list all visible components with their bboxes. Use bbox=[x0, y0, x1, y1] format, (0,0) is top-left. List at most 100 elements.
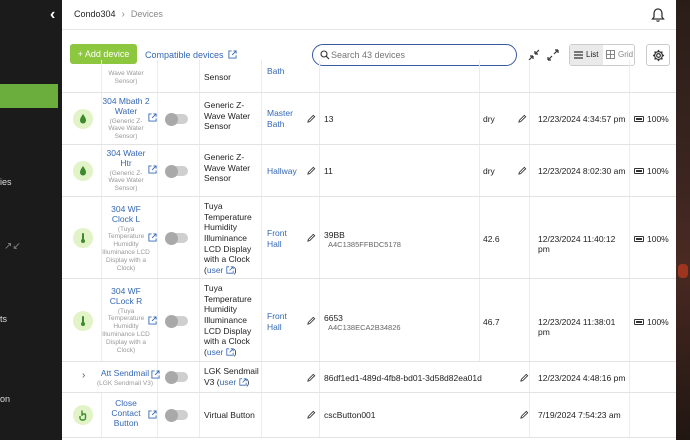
last-activity: 12/23/2024 11:38:01 pm bbox=[538, 317, 616, 337]
table-row[interactable]: › Att Sendmail (LGK Sendmail V3) LGK Send… bbox=[62, 362, 676, 393]
device-state: 11 bbox=[324, 166, 333, 176]
external-link-icon[interactable] bbox=[226, 266, 234, 274]
pencil-icon[interactable] bbox=[307, 373, 316, 382]
expand-icon[interactable]: ↗↙ bbox=[4, 241, 21, 252]
device-value: 46.7 bbox=[483, 317, 500, 327]
thermometer-icon bbox=[73, 228, 93, 248]
device-name-link[interactable]: Att Sendmail (LGK Sendmail V3) bbox=[96, 368, 154, 388]
breadcrumb-home[interactable]: Condo304 bbox=[74, 9, 116, 19]
table-row[interactable]: 304 WF CLock R (Tuya Temperature Humidity… bbox=[62, 279, 676, 362]
user-driver-link[interactable]: user bbox=[207, 347, 224, 357]
breadcrumb-current: Devices bbox=[130, 9, 163, 19]
device-name-link[interactable]: 304 WF CLock R (Tuya Temperature Humidity… bbox=[102, 286, 150, 354]
device-driver-label: (Tuya Temperature Humidity Illuminance L… bbox=[102, 225, 150, 272]
last-activity: 12/23/2024 4:34:57 pm bbox=[538, 114, 626, 124]
search-icon bbox=[320, 50, 330, 60]
device-state: 39BB bbox=[324, 230, 345, 240]
bell-icon[interactable] bbox=[650, 7, 666, 23]
device-state: 86df1ed1-489d-4fb8-bd01-3d58d82ea01d bbox=[324, 373, 482, 383]
device-room-link[interactable]: Front Hall bbox=[267, 311, 299, 332]
pencil-icon[interactable] bbox=[307, 114, 316, 123]
device-name-link[interactable]: 304 WF Clock L (Tuya Temperature Humidity… bbox=[102, 204, 150, 272]
top-bar: Condo304 › Devices bbox=[62, 0, 676, 30]
table-row[interactable]: 304 Water Htr (Generic Z-Wave Water Senso… bbox=[62, 145, 676, 197]
device-mac: A4C138ECA2B34826 bbox=[328, 323, 401, 333]
device-state: 13 bbox=[324, 114, 334, 124]
pencil-icon[interactable] bbox=[307, 410, 316, 419]
device-driver-label: (Tuya Temperature Humidity Illuminance L… bbox=[102, 307, 150, 354]
device-room-link[interactable]: Bath bbox=[267, 66, 285, 77]
last-activity: 12/23/2024 11:40:12 pm bbox=[538, 234, 616, 254]
hand-pointer-icon bbox=[73, 405, 93, 425]
device-name-link[interactable]: 304 Mbath 2 Water (Generic Z-Wave Water S… bbox=[102, 96, 150, 141]
external-link-icon[interactable] bbox=[148, 410, 157, 419]
background-edge bbox=[676, 0, 690, 440]
battery-level: 100% bbox=[634, 166, 669, 176]
device-mac: A4C1385FFBDC5178 bbox=[328, 240, 401, 250]
external-link-icon[interactable] bbox=[148, 316, 157, 325]
enable-toggle[interactable] bbox=[165, 112, 188, 126]
sidebar-item-fragment[interactable]: ies bbox=[0, 177, 12, 187]
last-activity: 12/23/2024 4:48:16 pm bbox=[538, 373, 626, 383]
enable-toggle[interactable] bbox=[165, 231, 188, 245]
pencil-icon[interactable] bbox=[307, 233, 316, 242]
thermometer-icon bbox=[73, 311, 93, 331]
device-driver-label: (LGK Sendmail V3) bbox=[97, 379, 153, 387]
enable-toggle[interactable] bbox=[165, 408, 188, 422]
battery-icon bbox=[634, 319, 644, 325]
water-drop-icon bbox=[73, 161, 93, 181]
device-value: dry bbox=[483, 114, 495, 124]
table-row[interactable]: 304 Mbath 2 Water (Generic Z-Wave Water S… bbox=[62, 93, 676, 145]
battery-icon bbox=[634, 236, 644, 242]
list-icon bbox=[574, 51, 583, 59]
pencil-icon[interactable] bbox=[518, 114, 527, 123]
main-panel: Condo304 › Devices + Add device Compatible… bbox=[62, 0, 676, 440]
pencil-icon[interactable] bbox=[518, 166, 527, 175]
device-room-link[interactable]: Front Hall bbox=[267, 228, 299, 249]
battery-level: 100% bbox=[634, 114, 669, 124]
battery-level: 100% bbox=[634, 234, 669, 244]
device-type: Tuya Temperature Humidity Illuminance LC… bbox=[204, 201, 252, 265]
pencil-icon[interactable] bbox=[307, 166, 316, 175]
device-value: dry bbox=[483, 166, 495, 176]
pencil-icon[interactable] bbox=[520, 373, 529, 382]
user-driver-link[interactable]: user bbox=[207, 265, 224, 275]
device-value: 42.6 bbox=[483, 234, 500, 244]
battery-icon bbox=[634, 116, 644, 122]
external-link-icon[interactable] bbox=[238, 378, 247, 386]
device-driver-label: Wave Water Sensor) bbox=[108, 70, 144, 85]
pencil-icon[interactable] bbox=[520, 410, 529, 419]
collapse-sidebar-icon[interactable]: ‹ bbox=[50, 6, 55, 24]
sidebar-item-devices[interactable] bbox=[0, 84, 58, 108]
device-name-link[interactable]: 304 Water Htr (Generic Z-Wave Water Senso… bbox=[102, 148, 150, 193]
sidebar-item-fragment[interactable]: ts bbox=[0, 314, 7, 324]
device-type: Generic Z-Wave Water Sensor bbox=[204, 152, 251, 184]
device-name-link[interactable]: Close Contact Button bbox=[102, 398, 150, 428]
device-room-link[interactable]: Hallway bbox=[267, 166, 297, 177]
enable-toggle[interactable] bbox=[165, 370, 188, 384]
enable-toggle[interactable] bbox=[165, 314, 188, 328]
device-type: Generic Z-Wave Water Sensor bbox=[204, 100, 251, 132]
pencil-icon[interactable] bbox=[307, 316, 316, 325]
external-link-icon[interactable] bbox=[148, 165, 157, 174]
external-link-icon[interactable] bbox=[148, 233, 157, 242]
chevron-right-icon[interactable]: › bbox=[82, 370, 85, 381]
device-driver-label: (Generic Z-Wave Water Sensor) bbox=[108, 117, 144, 141]
external-link-icon[interactable] bbox=[148, 113, 157, 122]
device-type: Sensor bbox=[204, 72, 231, 82]
external-link-icon[interactable] bbox=[226, 348, 234, 356]
enable-toggle[interactable] bbox=[165, 164, 188, 178]
compatible-devices-link[interactable]: Compatible devices bbox=[145, 50, 237, 60]
device-room-link[interactable]: Master Bath bbox=[267, 108, 303, 129]
device-type: Tuya Temperature Humidity Illuminance LC… bbox=[204, 283, 252, 347]
table-row[interactable]: Close Contact Button Virtual Button cscB… bbox=[62, 393, 676, 438]
table-row[interactable]: 304 WF Clock L (Tuya Temperature Humidity… bbox=[62, 197, 676, 279]
breadcrumb: Condo304 › Devices bbox=[74, 9, 163, 20]
chevron-right-icon: › bbox=[121, 9, 125, 20]
water-drop-icon bbox=[73, 109, 93, 129]
sidebar-item-fragment[interactable]: on bbox=[0, 394, 10, 404]
last-activity: 7/19/2024 7:54:23 am bbox=[538, 410, 621, 420]
device-driver-label: (Generic Z-Wave Water Sensor) bbox=[108, 169, 144, 193]
user-driver-link[interactable]: user bbox=[220, 377, 237, 387]
table-row[interactable]: Wave Water Sensor) Sensor Bath bbox=[62, 60, 676, 93]
